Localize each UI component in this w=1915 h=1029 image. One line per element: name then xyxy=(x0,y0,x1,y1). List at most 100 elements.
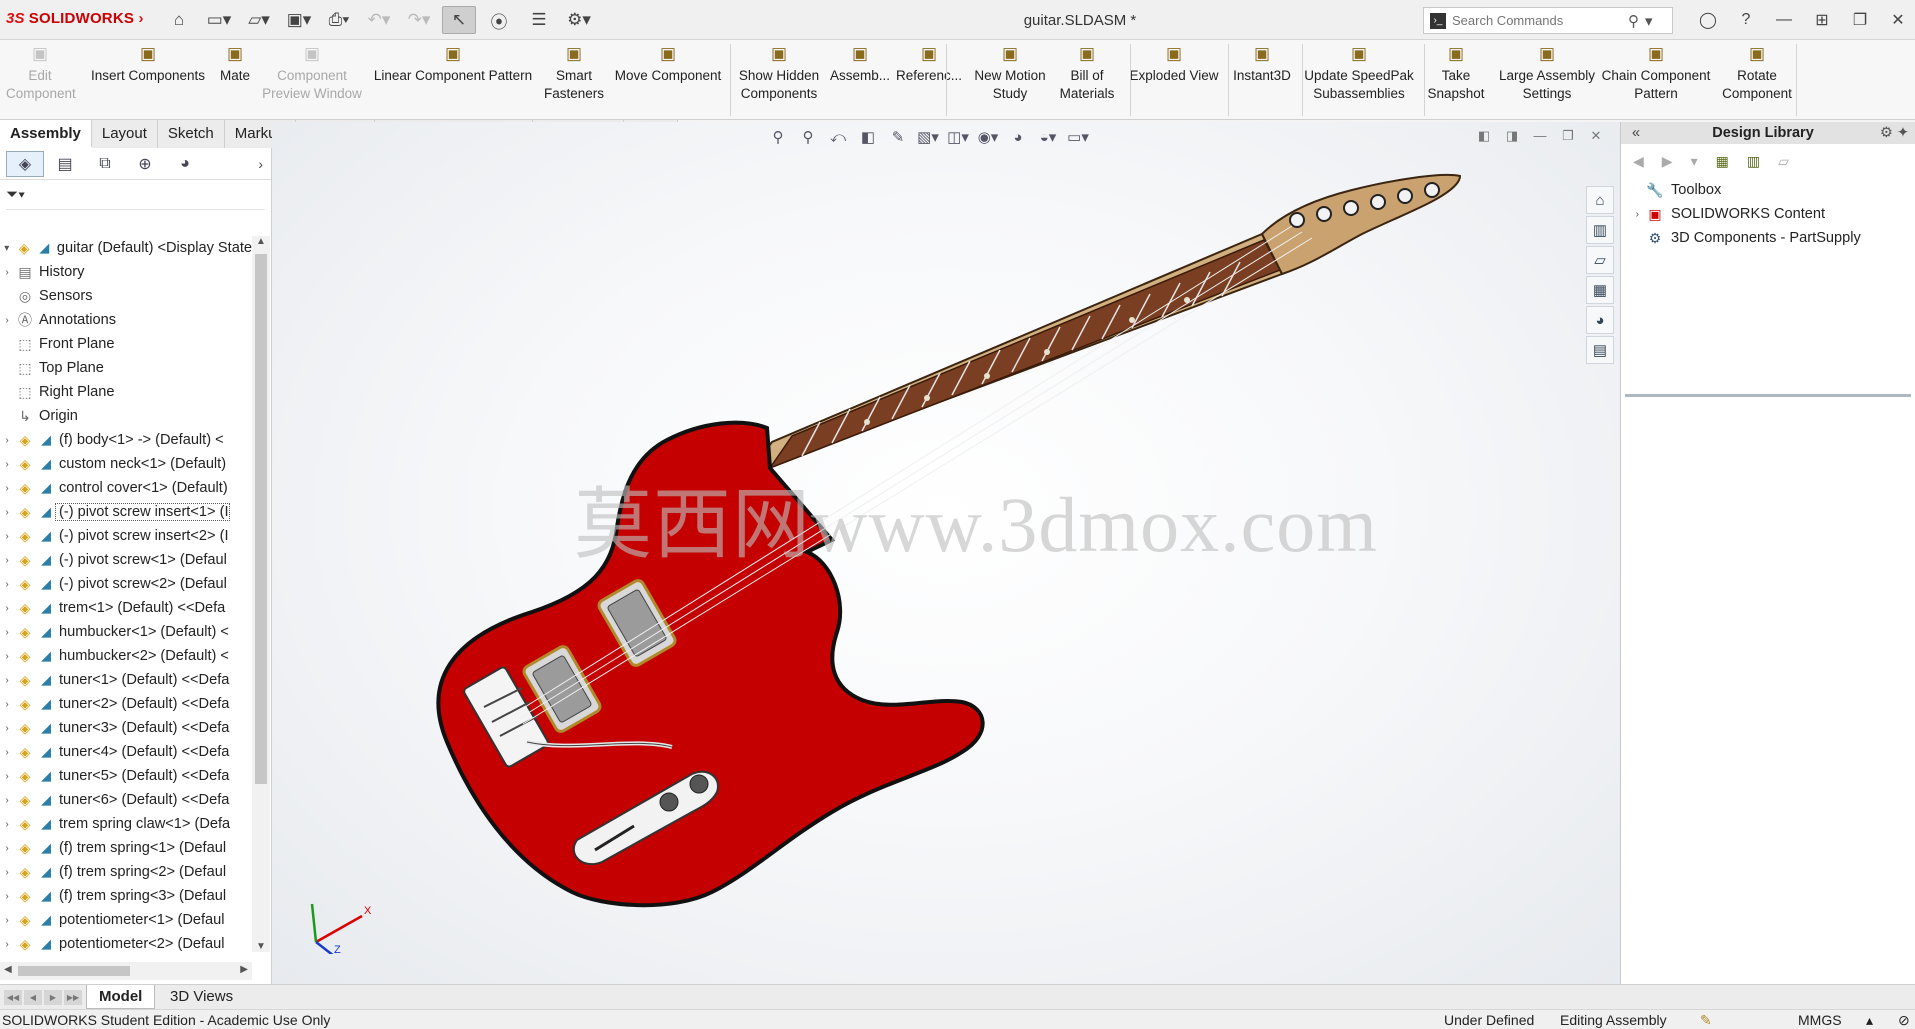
solidworks-logo[interactable]: 3S SOLIDWORKS › xyxy=(6,10,144,27)
display-manager-tab-icon[interactable]: ◕ xyxy=(166,151,204,177)
ribbon-button-instant3d[interactable]: ▣ Instant3D xyxy=(1230,44,1294,116)
options-gear-icon[interactable]: ⚙▾ xyxy=(562,6,596,34)
tree-item[interactable]: ⬚ Right Plane xyxy=(0,380,252,404)
custom-properties-icon[interactable]: ▤ xyxy=(1586,336,1614,364)
rebuild-icon[interactable]: ✎ xyxy=(1700,1010,1712,1029)
new-document-icon[interactable]: ▭▾ xyxy=(202,6,236,34)
tab-model[interactable]: Model xyxy=(86,985,156,1009)
help-icon[interactable]: ? xyxy=(1729,6,1763,34)
tree-item[interactable]: › ◈ ◢ (-) pivot screw<1> (Defaul xyxy=(0,548,252,572)
chevron-up-icon[interactable]: ▴ xyxy=(1866,1010,1873,1029)
tree-item[interactable]: › ◈ ◢ (-) pivot screw insert<1> (I xyxy=(0,500,252,524)
open-icon[interactable]: ▱▾ xyxy=(242,6,276,34)
tree-item[interactable]: › ◈ ◢ custom neck<1> (Default) xyxy=(0,452,252,476)
design-library-item[interactable]: ⚙ 3D Components - PartSupply xyxy=(1621,226,1915,250)
ribbon-button-rotate-component[interactable]: ▣ Rotate Component xyxy=(1718,44,1796,116)
tree-item[interactable]: › ◈ ◢ (-) pivot screw insert<2> (I xyxy=(0,524,252,548)
scroll-down-icon[interactable]: ▼ xyxy=(252,941,270,952)
ribbon-button-move-component[interactable]: ▣ Move Component xyxy=(610,44,726,116)
ribbon-button-motion-study[interactable]: ▣ New Motion Study xyxy=(970,44,1050,116)
tree-item[interactable]: › ◈ ◢ (f) trem spring<2> (Defaul xyxy=(0,860,252,884)
next-tab-icon[interactable]: ▶ xyxy=(44,990,62,1005)
search-commands[interactable]: ›_ ⚲ ▾ xyxy=(1423,7,1673,34)
file-explorer-icon[interactable]: ▱ xyxy=(1586,246,1614,274)
undo-icon[interactable]: ↶▾ xyxy=(362,6,396,34)
tree-item[interactable]: › ◈ ◢ humbucker<2> (Default) < xyxy=(0,644,252,668)
scrollbar-thumb[interactable] xyxy=(255,254,267,784)
expand-arrow-icon[interactable]: › xyxy=(0,939,14,950)
expand-arrow-icon[interactable]: › xyxy=(0,723,14,734)
solidworks-resources-icon[interactable]: ⌂ xyxy=(1586,186,1614,214)
tree-horizontal-scrollbar[interactable]: ◀ ▶ xyxy=(0,962,252,980)
tree-item[interactable]: › ◈ ◢ potentiometer<2> (Defaul xyxy=(0,932,252,953)
design-library-icon[interactable]: ▥ xyxy=(1586,216,1614,244)
tree-item[interactable]: › ◈ ◢ tuner<4> (Default) <<Defa xyxy=(0,740,252,764)
back-icon[interactable]: ◀ xyxy=(1633,153,1644,170)
tree-item[interactable]: ▾ ◈ ◢ guitar (Default) <Display State xyxy=(0,236,252,260)
minimize-icon[interactable]: — xyxy=(1767,6,1801,34)
help-tooltip-icon[interactable]: ⊘ xyxy=(1898,1010,1910,1029)
print-icon[interactable]: ⎙▾ xyxy=(322,6,356,34)
scrollbar-thumb[interactable] xyxy=(18,966,130,976)
expand-arrow-icon[interactable]: › xyxy=(0,507,14,518)
ribbon-button-edit-component[interactable]: ▣ Edit Component xyxy=(6,44,76,116)
ribbon-button-preview-window[interactable]: ▣ Component Preview Window xyxy=(260,44,364,116)
tree-item[interactable]: › ◈ ◢ tuner<5> (Default) <<Defa xyxy=(0,764,252,788)
panel-splitter[interactable] xyxy=(1625,394,1911,397)
tree-item[interactable]: › ◈ ◢ tuner<3> (Default) <<Defa xyxy=(0,716,252,740)
expand-arrow-icon[interactable]: › xyxy=(0,915,14,926)
tree-item[interactable]: › ◈ ◢ (f) body<1> -> (Default) < xyxy=(0,428,252,452)
chevron-down-icon[interactable]: ▾ xyxy=(1691,153,1698,170)
scroll-right-icon[interactable]: ▶ xyxy=(240,964,248,975)
scroll-up-icon[interactable]: ▲ xyxy=(252,236,270,247)
pin-icon[interactable]: ⚙ ✦ xyxy=(1875,125,1915,141)
ribbon-button-chain-pattern[interactable]: ▣ Chain Component Pattern xyxy=(1600,44,1712,116)
dimxpert-tab-icon[interactable]: ⊕ xyxy=(126,151,164,177)
tree-item[interactable]: ↳ Origin xyxy=(0,404,252,428)
scroll-left-icon[interactable]: ◀ xyxy=(4,964,12,975)
ribbon-button-mate[interactable]: ▣ Mate xyxy=(214,44,256,116)
tree-item[interactable]: › ◈ ◢ tuner<6> (Default) <<Defa xyxy=(0,788,252,812)
ribbon-button-insert-components[interactable]: ▣ Insert Components xyxy=(88,44,208,116)
graphics-area[interactable]: ⚲ ⚲ ⤺ ◧ ✎ ▧▾ ◫▾ ◉▾ ◕ ◒▾ ▭▾ ◧ ◨ — ❐ ✕ 莫西网… xyxy=(272,122,1620,984)
save-icon[interactable]: ▣▾ xyxy=(282,6,316,34)
property-manager-tab-icon[interactable]: ▤ xyxy=(46,151,84,177)
tab-layout[interactable]: Layout xyxy=(91,120,158,148)
tree-item[interactable]: › ◈ ◢ tuner<2> (Default) <<Defa xyxy=(0,692,252,716)
ribbon-button-speedpak[interactable]: ▣ Update SpeedPak Subassemblies xyxy=(1302,44,1416,116)
expand-arrow-icon[interactable]: › xyxy=(0,771,14,782)
configuration-manager-tab-icon[interactable]: ⧉ xyxy=(86,151,124,177)
status-units[interactable]: MMGS xyxy=(1798,1010,1842,1029)
search-input[interactable] xyxy=(1452,13,1622,28)
expand-arrow-icon[interactable]: › xyxy=(0,819,14,830)
tree-item[interactable]: › ◈ ◢ (-) pivot screw<2> (Defaul xyxy=(0,572,252,596)
filter-icon[interactable]: ⏷▾ xyxy=(6,186,25,203)
tree-item[interactable]: › ◈ ◢ humbucker<1> (Default) < xyxy=(0,620,252,644)
home-icon[interactable]: ⌂ xyxy=(162,6,196,34)
last-tab-icon[interactable]: ▶▶ xyxy=(64,990,82,1005)
chevron-down-icon[interactable]: ▾ xyxy=(1645,12,1653,30)
file-properties-icon[interactable]: ☰ xyxy=(522,6,556,34)
account-icon[interactable]: ◯ xyxy=(1691,6,1725,34)
expand-arrow-icon[interactable]: › xyxy=(0,675,14,686)
expand-arrow-icon[interactable]: › xyxy=(0,603,14,614)
expand-arrow-icon[interactable]: › xyxy=(0,579,14,590)
ribbon-button-linear-pattern[interactable]: ▣ Linear Component Pattern xyxy=(368,44,538,116)
ribbon-button-bom[interactable]: ▣ Bill of Materials xyxy=(1058,44,1116,116)
expand-arrow-icon[interactable]: › xyxy=(0,795,14,806)
chevron-right-icon[interactable]: › xyxy=(258,156,263,172)
feature-manager-tab-icon[interactable]: ◈ xyxy=(6,150,44,177)
ribbon-button-camera[interactable]: ▣ Take Snapshot xyxy=(1424,44,1488,116)
tree-item[interactable]: › ▤ History xyxy=(0,260,252,284)
tab-assembly[interactable]: Assembly xyxy=(0,120,92,148)
tree-item[interactable]: › ◈ ◢ (f) trem spring<1> (Defaul xyxy=(0,836,252,860)
expand-arrow-icon[interactable]: › xyxy=(0,267,14,278)
expand-arrow-icon[interactable]: › xyxy=(0,555,14,566)
redo-icon[interactable]: ↷▾ xyxy=(402,6,436,34)
view-palette-icon[interactable]: ▦ xyxy=(1586,276,1614,304)
collapse-panel-icon[interactable]: « xyxy=(1621,125,1651,141)
tree-item[interactable]: › ◈ ◢ (f) trem spring<3> (Defaul xyxy=(0,884,252,908)
ribbon-button-assembly-features[interactable]: ▣ Assemb... xyxy=(830,44,890,116)
tree-item[interactable]: ⬚ Front Plane xyxy=(0,332,252,356)
expand-arrow-icon[interactable]: › xyxy=(0,459,14,470)
